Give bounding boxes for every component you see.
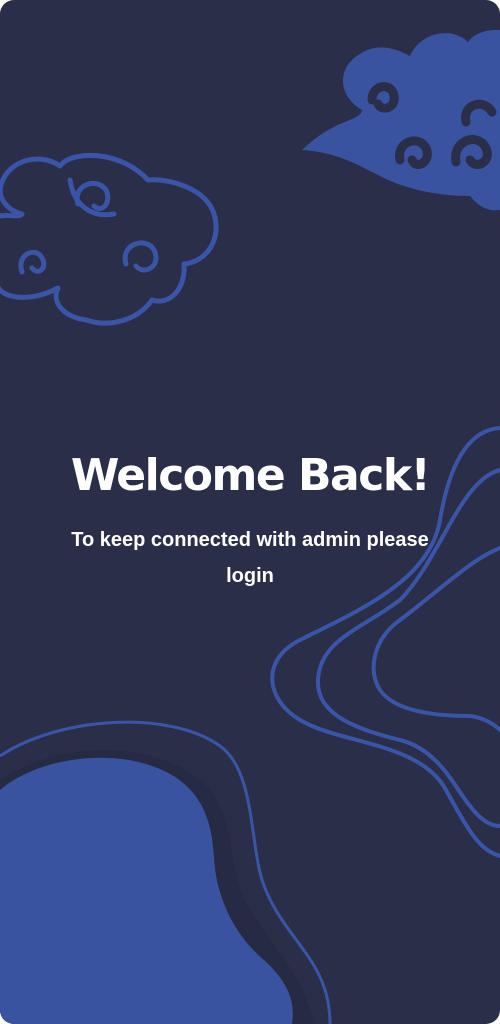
outline-cloud-decoration: [0, 152, 219, 326]
welcome-block: Welcome Back! To keep connected with adm…: [0, 440, 500, 594]
login-welcome-panel: Welcome Back! To keep connected with adm…: [0, 0, 500, 1024]
bottom-blob-decoration: [0, 720, 332, 1024]
welcome-title: Welcome Back!: [70, 450, 431, 501]
filled-cloud-decoration: [302, 29, 500, 211]
welcome-subtitle: To keep connected with admin please logi…: [71, 529, 429, 587]
